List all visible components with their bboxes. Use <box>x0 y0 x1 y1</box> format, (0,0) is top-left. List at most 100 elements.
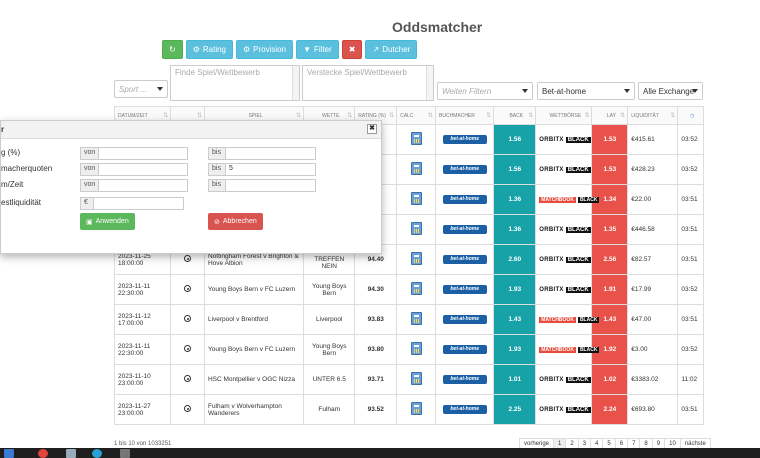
bet-at-home-logo[interactable]: bet-at-home <box>442 135 487 144</box>
filter-button[interactable]: ▼ Filter <box>296 40 339 59</box>
bookmaker-cell: bet-at-home <box>435 364 495 395</box>
table-row: 2023-11-11 22:30:00 Young Boys Bern v FC … <box>113 274 704 305</box>
sport-cell <box>170 304 205 335</box>
calculator-icon[interactable] <box>410 312 422 325</box>
from-input[interactable] <box>98 147 188 160</box>
col-liquidity[interactable]: LIQUIDITÄT ⇅ <box>627 106 679 125</box>
provision-label: Provision <box>253 45 287 54</box>
col-lay[interactable]: LAY ⇅ <box>591 106 629 125</box>
bookmaker-select[interactable]: Bet-at-home <box>537 82 635 100</box>
col-exchange[interactable]: WETTBÖRSE ⇅ <box>535 106 593 125</box>
from-input[interactable] <box>98 179 188 192</box>
start-icon[interactable] <box>4 449 14 458</box>
col-label: SPIEL <box>248 112 263 119</box>
calculator-icon[interactable] <box>410 192 422 205</box>
calculator-icon[interactable] <box>410 132 422 145</box>
from-addon: von <box>80 163 99 176</box>
updated-cell: 03:51 <box>677 394 704 425</box>
bet-at-home-logo[interactable]: bet-at-home <box>442 345 487 354</box>
table-row: 2023-11-10 23:00:00 HSC Montpellier v OGC… <box>113 364 704 395</box>
date-text: 2023-11-12 <box>118 312 151 320</box>
to-input[interactable] <box>225 147 316 160</box>
scrollbar[interactable] <box>292 66 299 100</box>
apply-label: Anwenden <box>95 218 129 225</box>
date-cell: 2023-11-27 23:00:00 <box>113 394 172 425</box>
col-back[interactable]: BACK ⇅ <box>493 106 537 125</box>
logo-text: ORBITX <box>539 407 564 413</box>
app-icon[interactable] <box>120 449 130 458</box>
files-icon[interactable] <box>66 449 76 458</box>
lay-odds-cell: 1.91 <box>591 274 629 305</box>
exchange-cell: ORBITX BLACK <box>535 274 593 305</box>
dutcher-button[interactable]: ↗ Dutcher <box>365 40 418 59</box>
updated-cell: 03:51 <box>677 184 704 215</box>
provision-button[interactable]: ⚙ Provision <box>236 40 294 59</box>
find-game-input[interactable]: Finde Spiel/Wettbewerb <box>170 65 300 101</box>
calculator-icon[interactable] <box>410 252 422 265</box>
external-link-icon: ↗ <box>372 45 380 54</box>
sport-cell <box>170 274 205 305</box>
bet-at-home-logo[interactable]: bet-at-home <box>442 255 487 264</box>
calculator-icon[interactable] <box>410 222 422 235</box>
exchange-select[interactable]: Alle Exchange <box>638 82 703 100</box>
chevron-down-icon <box>692 89 698 93</box>
bet-at-home-logo[interactable]: bet-at-home <box>442 315 487 324</box>
cancel-button[interactable]: ⊘ Abbrechen <box>208 213 263 230</box>
back-odds-cell: 2.25 <box>493 394 537 425</box>
exchange-cell: MATCHBOOK BLACK <box>535 334 600 365</box>
from-input[interactable] <box>98 163 188 176</box>
bet-at-home-logo[interactable]: bet-at-home <box>442 165 487 174</box>
sport-cell <box>170 364 205 395</box>
to-input[interactable]: 5 <box>225 163 316 176</box>
orbitx-logo: ORBITX BLACK <box>539 407 591 413</box>
back-odds-cell: 2.60 <box>493 244 537 275</box>
refresh-button[interactable]: ↻ <box>162 40 183 59</box>
bet-at-home-logo[interactable]: bet-at-home <box>442 195 487 204</box>
clear-button[interactable]: ✖ <box>341 40 363 59</box>
calculator-icon[interactable] <box>410 402 422 415</box>
sport-select[interactable]: Sport ... <box>114 80 168 98</box>
date-text: 2023-11-11 <box>118 282 151 290</box>
game-cell: HSC Montpellier v OGC Nizza <box>203 364 305 395</box>
exchange-cell: ORBITX BLACK <box>535 364 593 395</box>
toolbar: ↻ ⚙ Rating ⚙ Provision ▼ Filter ✖ ↗ Dutc… <box>162 40 418 59</box>
col-bookmaker[interactable]: BUCHMACHER ⇅ <box>435 106 495 125</box>
rating-cell: 93.52 <box>354 394 398 425</box>
from-addon: von <box>80 179 99 192</box>
col-calc[interactable]: CALC ⇅ <box>396 106 437 125</box>
exchange-cell: ORBITX BLACK <box>535 244 593 275</box>
matchbook-logo: MATCHBOOK BLACK <box>539 347 600 353</box>
orbitx-logo: ORBITX BLACK <box>539 167 591 173</box>
soccer-ball-icon <box>184 285 192 292</box>
telegram-icon[interactable] <box>92 449 102 458</box>
logo-text: BLACK <box>565 227 591 233</box>
hide-game-input[interactable]: Verstecke Spiel/Wettbewerb <box>302 65 434 101</box>
game-cell: Liverpool v Brentford <box>203 304 305 335</box>
min-liquidity-input[interactable] <box>93 197 184 210</box>
calculator-icon[interactable] <box>410 372 422 385</box>
bookmaker-cell: bet-at-home <box>435 244 495 275</box>
clock-icon: ◷ <box>689 112 695 119</box>
dutcher-label: Dutcher <box>382 45 411 54</box>
back-odds-cell: 1.93 <box>493 274 537 305</box>
soccer-ball-icon <box>184 255 192 262</box>
apply-button[interactable]: ▣ Anwenden <box>80 213 135 230</box>
calculator-icon[interactable] <box>410 282 422 295</box>
close-icon[interactable]: ✖ <box>367 124 377 134</box>
to-input[interactable] <box>225 179 316 192</box>
more-filter-select[interactable]: Weiten Filtern <box>437 82 533 100</box>
bet-at-home-logo[interactable]: bet-at-home <box>442 375 487 384</box>
liquidity-cell: €47.00 <box>627 304 679 335</box>
calculator-icon[interactable] <box>410 162 422 175</box>
bet-at-home-logo[interactable]: bet-at-home <box>442 285 487 294</box>
calculator-icon[interactable] <box>410 342 422 355</box>
scrollbar[interactable] <box>426 66 433 100</box>
bet-cell: UNTER 6.5 <box>303 364 356 395</box>
soccer-ball-icon <box>184 345 192 352</box>
rating-button[interactable]: ⚙ Rating <box>185 40 233 59</box>
bet-at-home-logo[interactable]: bet-at-home <box>442 225 487 234</box>
col-updated[interactable]: ◷ <box>677 106 704 125</box>
chrome-icon[interactable] <box>38 449 48 458</box>
game-cell: Young Boys Bern v FC Luzern <box>203 334 305 365</box>
bet-at-home-logo[interactable]: bet-at-home <box>442 405 487 414</box>
